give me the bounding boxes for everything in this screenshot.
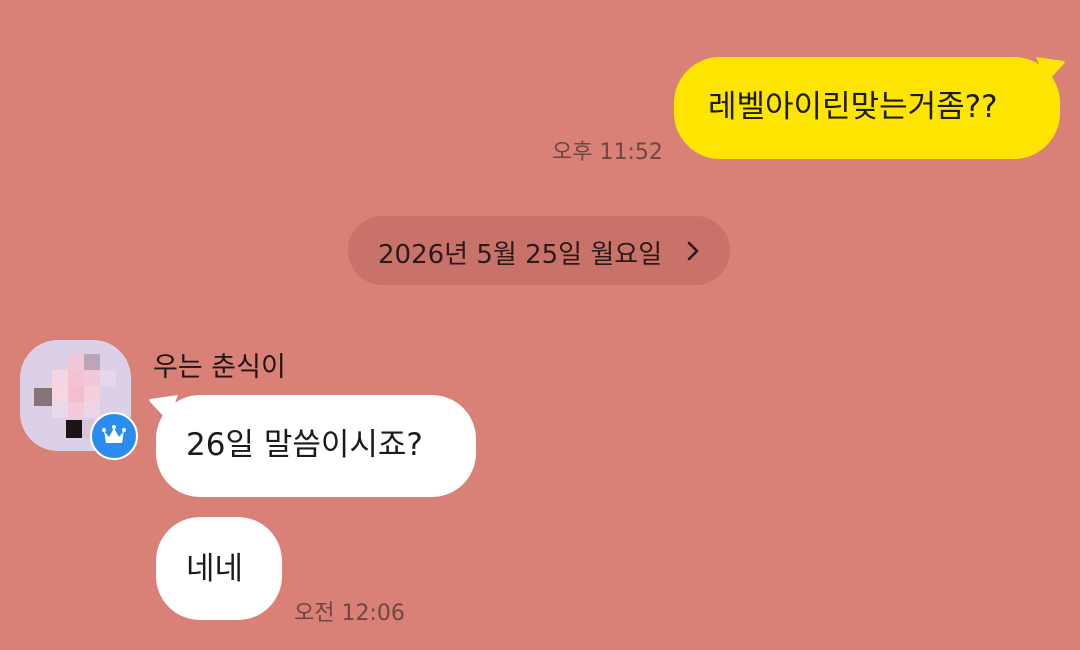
crown-badge — [90, 412, 138, 460]
chevron-right-icon — [687, 241, 699, 261]
received-message-text: 네네 — [186, 551, 244, 587]
sent-bubble-tail — [1036, 57, 1065, 83]
received-message-bubble[interactable]: 네네 — [156, 517, 282, 620]
date-separator-label: 2026년 5월 25일 월요일 — [378, 240, 663, 270]
sender-name[interactable]: 우는 춘식이 — [153, 345, 286, 384]
crown-icon — [102, 425, 126, 443]
received-message-text: 26일 말씀이시죠? — [186, 427, 423, 463]
date-separator[interactable]: 2026년 5월 25일 월요일 — [348, 216, 730, 285]
sent-message-text: 레벨아이린맞는거좀?? — [708, 89, 998, 125]
sent-message-time: 오후 11:52 — [552, 140, 663, 165]
received-message-bubble[interactable]: 26일 말씀이시죠? — [156, 395, 476, 497]
sent-message-bubble[interactable]: 레벨아이린맞는거좀?? — [674, 57, 1060, 159]
received-message-time: 오전 12:06 — [294, 601, 405, 626]
